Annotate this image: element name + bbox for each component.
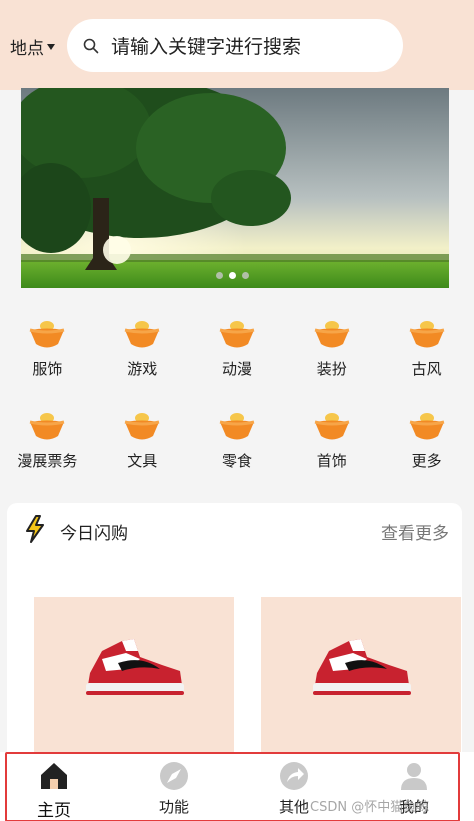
- category-item[interactable]: 装扮: [284, 318, 379, 380]
- category-label: 更多: [411, 452, 442, 470]
- category-item[interactable]: 服饰: [0, 318, 95, 380]
- category-item[interactable]: 古风: [379, 318, 474, 380]
- flash-sale-title: 今日闪购: [60, 524, 128, 544]
- banner-carousel[interactable]: [21, 88, 449, 288]
- category-label: 零食: [221, 452, 252, 470]
- category-item[interactable]: 零食: [190, 410, 285, 472]
- ingot-icon: [314, 413, 350, 440]
- share-arrow-icon: [280, 762, 308, 790]
- tab-functions[interactable]: 功能: [144, 760, 204, 817]
- banner-image: [21, 88, 449, 288]
- location-selector[interactable]: 地点: [10, 34, 55, 59]
- view-more-link[interactable]: 查看更多: [381, 519, 449, 544]
- sneaker-image: [313, 639, 411, 695]
- watermark: CSDN @怀中猫鱼鲸: [310, 800, 430, 815]
- carousel-dot-active[interactable]: [229, 272, 236, 279]
- ingot-icon: [30, 413, 65, 440]
- carousel-dot[interactable]: [216, 272, 223, 279]
- header: 地点 请输入关键字进行搜索: [0, 0, 474, 90]
- location-label: 地点: [10, 39, 44, 59]
- flash-sale-header: 今日闪购 查看更多: [7, 503, 462, 553]
- ingot-icon: [409, 321, 444, 348]
- carousel-dot[interactable]: [242, 272, 249, 279]
- ingot-icon: [124, 321, 160, 348]
- category-item[interactable]: 文具: [95, 410, 190, 472]
- category-label: 服饰: [32, 360, 63, 378]
- category-label: 文具: [127, 452, 158, 470]
- tab-label: 其他: [278, 798, 309, 816]
- ingot-icon: [124, 413, 160, 440]
- category-label: 漫展票务: [17, 452, 78, 470]
- flash-sale-card: 今日闪购 查看更多: [7, 503, 462, 767]
- ingot-icon: [314, 321, 350, 348]
- search-icon: [83, 38, 99, 53]
- tab-label: 功能: [158, 798, 189, 816]
- ingot-icon: [219, 413, 255, 440]
- category-label: 动漫: [221, 360, 252, 378]
- category-grid: 服饰 游戏 动漫 装扮 古风 漫展票务 文具 零食 首饰 更多: [0, 318, 474, 472]
- user-icon: [401, 763, 427, 790]
- home-icon: [41, 763, 67, 789]
- category-item[interactable]: 动漫: [190, 318, 285, 380]
- category-label: 首饰: [316, 452, 347, 470]
- search-bar[interactable]: 请输入关键字进行搜索: [67, 19, 403, 72]
- category-item[interactable]: 首饰: [284, 410, 379, 472]
- carousel-indicators: [216, 272, 249, 279]
- category-label: 装扮: [316, 360, 347, 378]
- caret-down-icon: [47, 43, 55, 50]
- category-label: 古风: [411, 360, 442, 378]
- category-item[interactable]: 更多: [379, 410, 474, 472]
- tab-home[interactable]: 主页: [24, 760, 84, 821]
- search-placeholder: 请输入关键字进行搜索: [111, 36, 302, 58]
- lightning-icon: [26, 515, 44, 543]
- ingot-icon: [409, 413, 444, 440]
- product-card[interactable]: [261, 597, 461, 767]
- sneaker-image: [86, 639, 184, 695]
- category-item[interactable]: 漫展票务: [0, 410, 95, 472]
- category-item[interactable]: 游戏: [95, 318, 190, 380]
- ingot-icon: [219, 321, 255, 348]
- category-label: 游戏: [127, 360, 158, 378]
- compass-icon: [160, 762, 188, 790]
- tab-label: 主页: [37, 801, 71, 821]
- product-card[interactable]: [34, 597, 234, 767]
- ingot-icon: [30, 321, 65, 348]
